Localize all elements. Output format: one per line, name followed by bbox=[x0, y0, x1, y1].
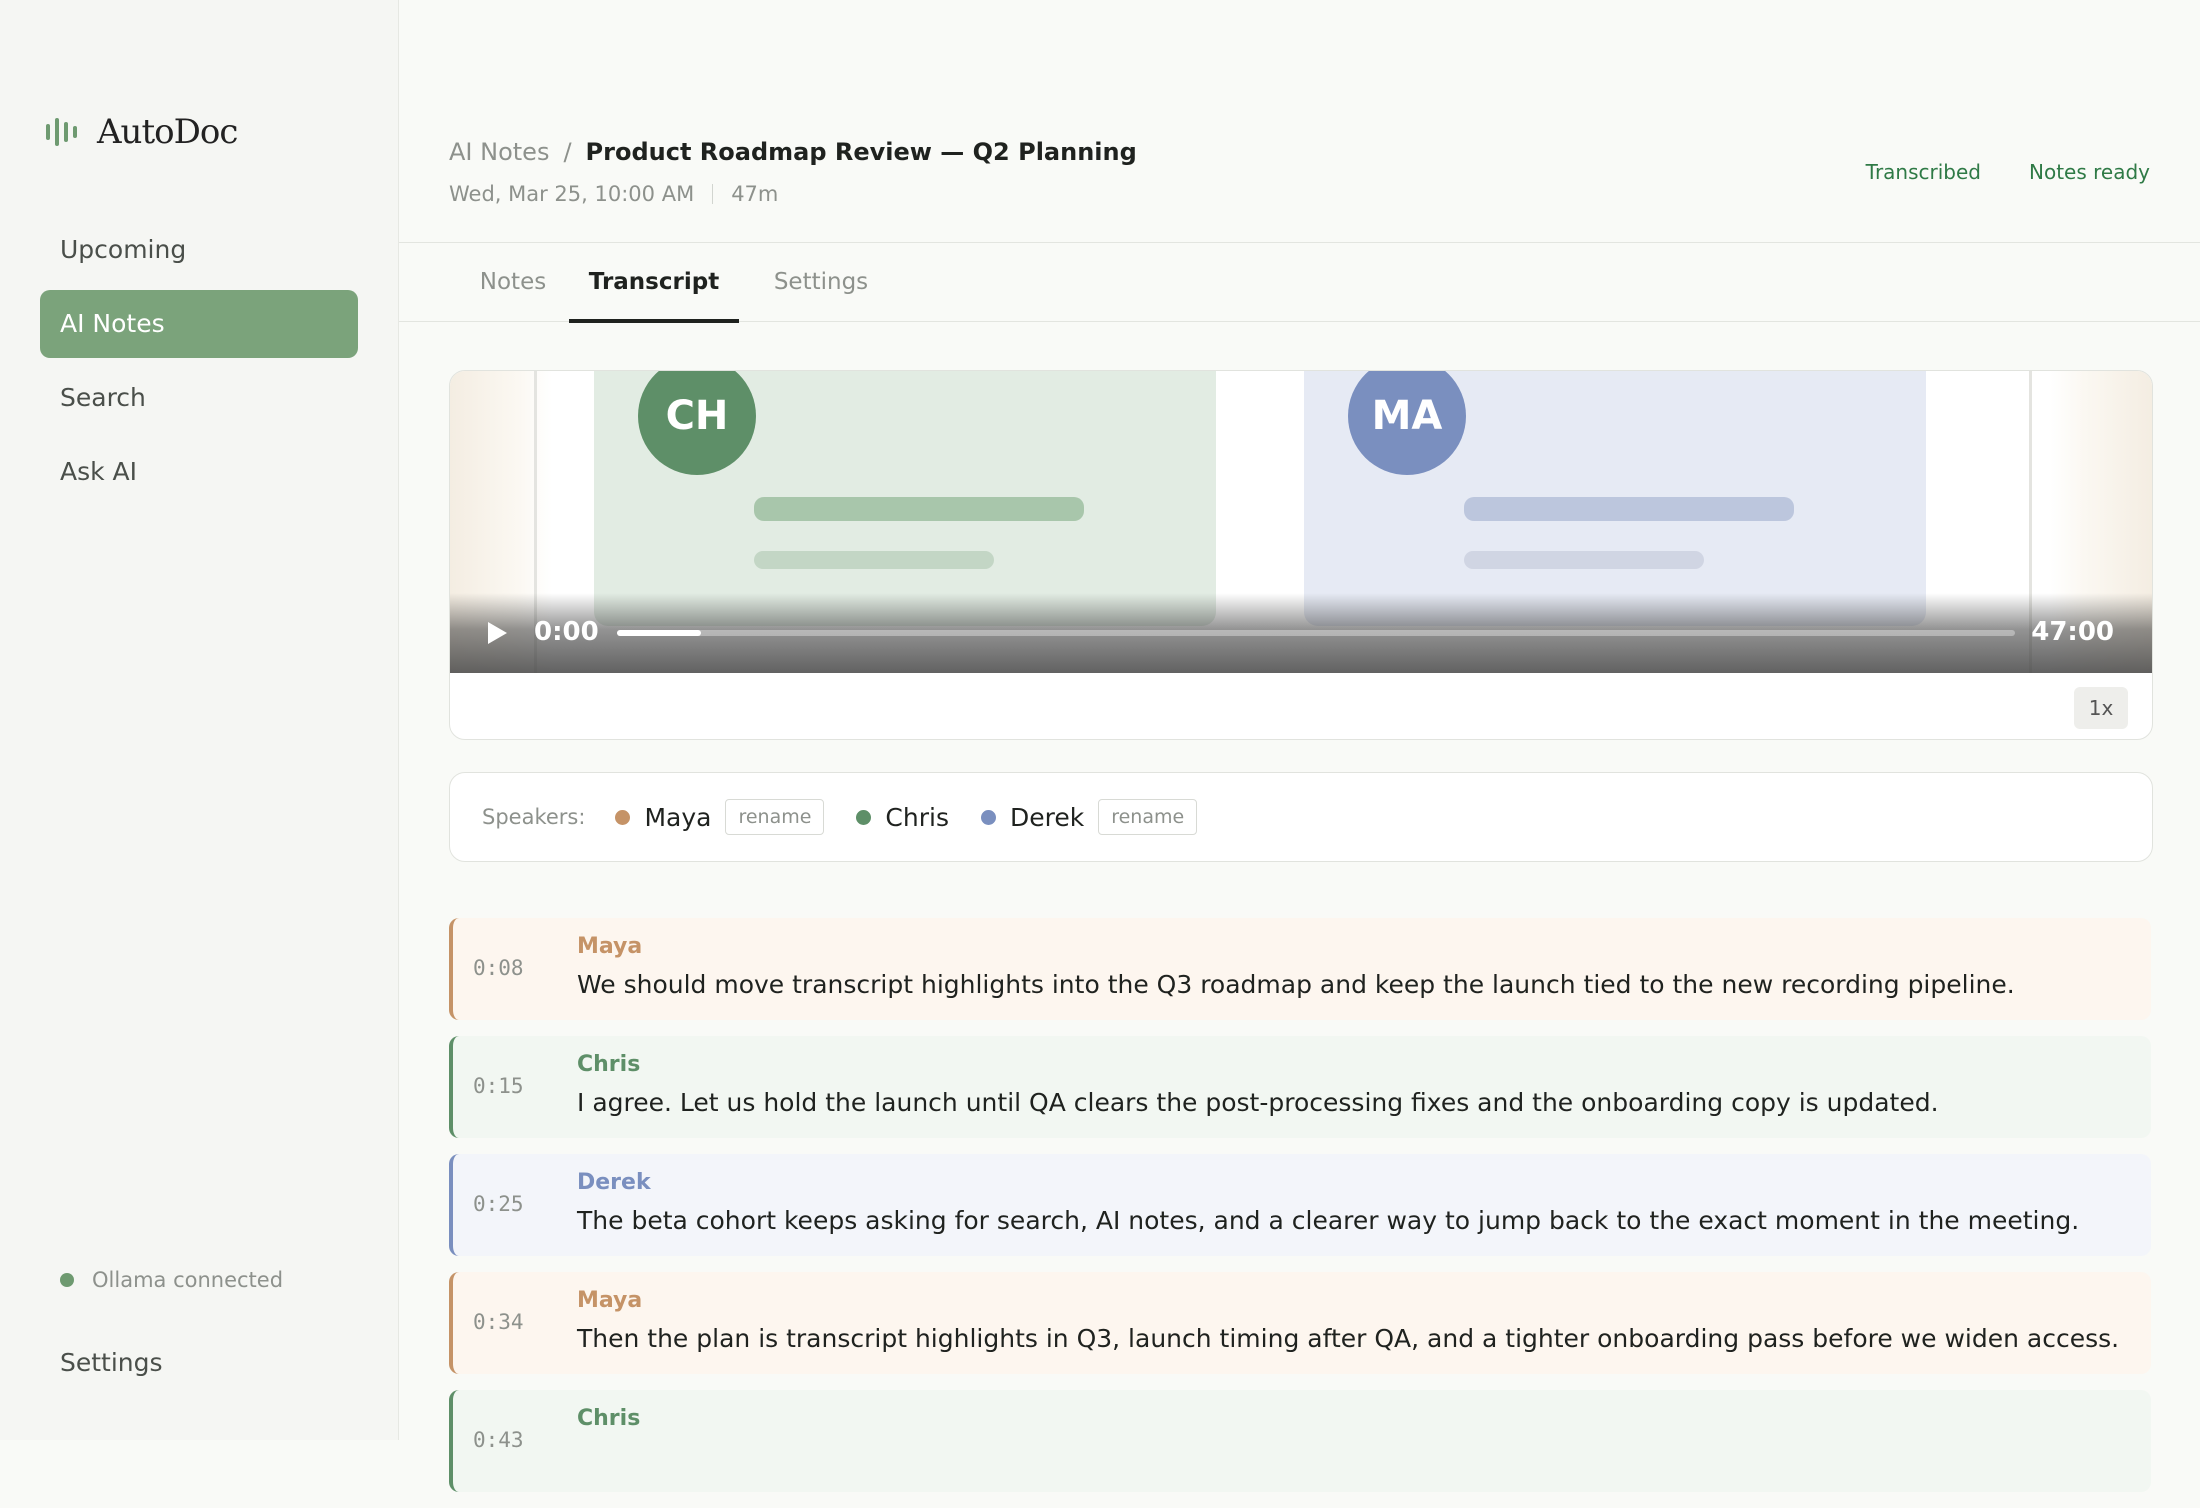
participant-tile-ch: CH bbox=[594, 371, 1216, 626]
breadcrumb: AI Notes / Product Roadmap Review — Q2 P… bbox=[449, 138, 1137, 166]
transcript-segment[interactable]: 0:25 Derek The beta cohort keeps asking … bbox=[449, 1154, 2151, 1256]
transcript-segment[interactable]: 0:34 Maya Then the plan is transcript hi… bbox=[449, 1272, 2151, 1374]
app-name: AutoDoc bbox=[97, 112, 238, 152]
segment-timestamp[interactable]: 0:25 bbox=[473, 1192, 524, 1216]
status-badge-notes-ready: Notes ready bbox=[2029, 160, 2150, 184]
meeting-duration: 47m bbox=[731, 182, 779, 206]
placeholder-line bbox=[754, 497, 1084, 521]
segment-speaker: Derek bbox=[577, 1170, 651, 1195]
avatar: CH bbox=[638, 371, 756, 475]
transcript-segment[interactable]: 0:43 Chris bbox=[449, 1390, 2151, 1492]
segment-text: Then the plan is transcript highlights i… bbox=[577, 1324, 2120, 1353]
status-text: Ollama connected bbox=[92, 1268, 284, 1292]
segment-speaker: Chris bbox=[577, 1406, 641, 1431]
speaker-color-dot bbox=[856, 809, 872, 825]
sidebar-item-ai-notes[interactable]: AI Notes bbox=[40, 290, 358, 358]
page-header: AI Notes / Product Roadmap Review — Q2 P… bbox=[449, 138, 1137, 206]
sidebar: AutoDoc Upcoming AI Notes Search Ask AI … bbox=[0, 0, 399, 1440]
brand[interactable]: AutoDoc bbox=[46, 112, 238, 152]
speaker-chris: Chris bbox=[856, 803, 949, 832]
page-title: Product Roadmap Review — Q2 Planning bbox=[585, 138, 1137, 166]
sidebar-settings-link[interactable]: Settings bbox=[60, 1348, 163, 1377]
segment-timestamp[interactable]: 0:43 bbox=[473, 1428, 524, 1452]
segment-speaker: Chris bbox=[577, 1052, 641, 1077]
meeting-meta: Wed, Mar 25, 10:00 AM 47m bbox=[449, 182, 1137, 206]
speaker-maya: Maya rename bbox=[615, 799, 825, 835]
sidebar-nav: Upcoming AI Notes Search Ask AI bbox=[40, 216, 358, 512]
progress-bar[interactable] bbox=[617, 630, 2015, 636]
speakers-label: Speakers: bbox=[482, 805, 586, 829]
status-badge-transcribed: Transcribed bbox=[1865, 160, 1981, 184]
main-content: AI Notes / Product Roadmap Review — Q2 P… bbox=[399, 0, 2200, 1492]
breadcrumb-parent[interactable]: AI Notes bbox=[449, 138, 549, 166]
playback-speed-button[interactable]: 1x bbox=[2074, 687, 2128, 729]
transcript-segment[interactable]: 0:08 Maya We should move transcript high… bbox=[449, 918, 2151, 1020]
placeholder-line bbox=[1464, 497, 1794, 521]
speaker-derek: Derek rename bbox=[980, 799, 1198, 835]
transcript-segment[interactable]: 0:15 Chris I agree. Let us hold the laun… bbox=[449, 1036, 2151, 1138]
rename-button[interactable]: rename bbox=[1098, 799, 1198, 835]
speakers-panel: Speakers: Maya rename Chris Derek rename bbox=[449, 772, 2153, 862]
transcript-list: 0:08 Maya We should move transcript high… bbox=[449, 918, 2151, 1508]
connection-status: Ollama connected bbox=[60, 1268, 283, 1292]
segment-text: I agree. Let us hold the launch until QA… bbox=[577, 1088, 1939, 1117]
sidebar-item-ask-ai[interactable]: Ask AI bbox=[40, 438, 358, 506]
segment-timestamp[interactable]: 0:08 bbox=[473, 956, 524, 980]
sidebar-item-upcoming[interactable]: Upcoming bbox=[40, 216, 358, 284]
tab-notes[interactable]: Notes bbox=[449, 243, 577, 321]
status-badges: Transcribed Notes ready bbox=[1866, 160, 2150, 184]
video-frame[interactable]: CH MA 0:00 47:00 bbox=[450, 371, 2152, 673]
recording-player: CH MA 0:00 47:00 1x bbox=[449, 370, 2153, 740]
status-dot-icon bbox=[60, 1273, 74, 1287]
speaker-name: Maya bbox=[644, 802, 712, 832]
play-icon[interactable] bbox=[488, 622, 507, 644]
placeholder-line bbox=[754, 551, 994, 569]
placeholder-line bbox=[1464, 551, 1704, 569]
tab-transcript[interactable]: Transcript bbox=[569, 243, 739, 323]
tab-settings[interactable]: Settings bbox=[745, 243, 897, 321]
total-time: 47:00 bbox=[2031, 617, 2114, 647]
avatar: MA bbox=[1348, 371, 1466, 475]
sidebar-item-search[interactable]: Search bbox=[40, 364, 358, 432]
meeting-date: Wed, Mar 25, 10:00 AM bbox=[449, 182, 695, 206]
speaker-color-dot bbox=[615, 809, 631, 825]
breadcrumb-separator: / bbox=[563, 138, 572, 166]
segment-timestamp[interactable]: 0:34 bbox=[473, 1310, 524, 1334]
speaker-name: Derek bbox=[1009, 802, 1085, 832]
segment-speaker: Maya bbox=[577, 1288, 643, 1313]
speaker-name: Chris bbox=[885, 802, 949, 832]
segment-text: The beta cohort keeps asking for search,… bbox=[577, 1206, 2080, 1235]
segment-text: We should move transcript highlights int… bbox=[577, 970, 2015, 999]
meta-divider bbox=[712, 184, 714, 204]
rename-button[interactable]: rename bbox=[725, 799, 825, 835]
waveform-icon bbox=[46, 117, 77, 147]
participant-tile-ma: MA bbox=[1304, 371, 1926, 626]
segment-speaker: Maya bbox=[577, 934, 643, 959]
current-time: 0:00 bbox=[534, 617, 599, 647]
segment-timestamp[interactable]: 0:15 bbox=[473, 1074, 524, 1098]
progress-fill bbox=[617, 630, 701, 636]
tab-bar: Notes Transcript Settings bbox=[399, 242, 2200, 323]
speaker-color-dot bbox=[980, 809, 996, 825]
